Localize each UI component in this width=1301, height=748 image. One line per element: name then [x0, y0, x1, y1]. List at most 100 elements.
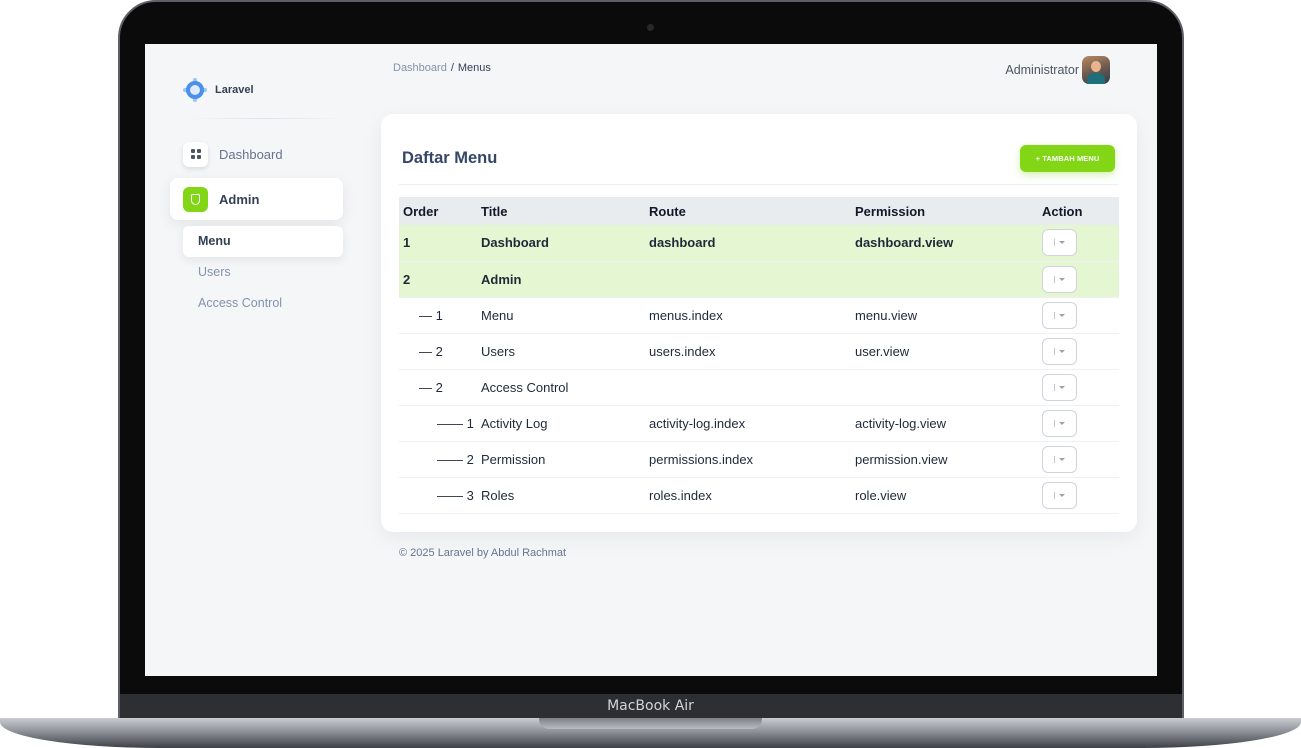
caret-down-icon — [1059, 241, 1065, 245]
order-cell: 1 — [399, 225, 477, 262]
sidebar-divider — [185, 118, 345, 119]
action-cell — [1038, 477, 1119, 514]
action-dropdown-button[interactable] — [1042, 373, 1077, 401]
permission-cell: menu.view — [851, 297, 1038, 334]
page-title: Daftar Menu — [402, 149, 498, 167]
caret-down-icon — [1059, 493, 1065, 497]
permission-cell — [851, 369, 1038, 406]
menu-table: Order Title Route Permission Action 1 Das… — [399, 197, 1119, 514]
action-dropdown-button[interactable] — [1042, 229, 1077, 257]
route-cell — [645, 261, 851, 298]
order-cell: — 2 — [399, 369, 477, 406]
table-row: —— 2 Permission permissions.index permissio… — [399, 441, 1119, 478]
divider-icon — [1054, 239, 1055, 247]
order-cell: — 1 — [399, 297, 477, 334]
permission-cell — [851, 261, 1038, 298]
route-cell: menus.index — [645, 297, 851, 334]
sidebar-item-admin[interactable]: Admin — [170, 178, 343, 220]
action-cell — [1038, 225, 1119, 262]
action-dropdown-button[interactable] — [1042, 409, 1077, 437]
menu-card: Daftar Menu + TAMBAH MENU Order Title Ro… — [381, 114, 1137, 532]
brand-name: Laravel — [215, 84, 254, 96]
title-cell: Activity Log — [477, 405, 645, 442]
shield-icon — [183, 186, 208, 212]
route-cell: roles.index — [645, 477, 851, 514]
sidebar-item-dashboard[interactable]: Dashboard — [183, 141, 283, 167]
grid-icon — [183, 141, 208, 167]
sidebar-subitem-users[interactable]: Users — [198, 265, 231, 279]
brand-logo[interactable]: Laravel — [183, 78, 254, 102]
route-cell: users.index — [645, 333, 851, 370]
table-row: 1 Dashboard dashboard dashboard.view — [399, 225, 1119, 262]
caret-down-icon — [1059, 313, 1065, 317]
route-cell: permissions.index — [645, 441, 851, 478]
breadcrumb-separator: / — [450, 62, 454, 74]
permission-cell: dashboard.view — [851, 225, 1038, 262]
column-header-action: Action — [1038, 197, 1119, 225]
laravel-logo-icon — [183, 78, 207, 102]
action-dropdown-button[interactable] — [1042, 301, 1077, 329]
breadcrumb: Dashboard / Menus — [393, 62, 491, 74]
column-header-order: Order — [399, 197, 477, 225]
table-row: — 1 Menu menus.index menu.view — [399, 297, 1119, 334]
footer-text: © 2025 Laravel by Abdul Rachmat — [399, 547, 567, 559]
order-cell: —— 3 — [399, 477, 477, 514]
sidebar-subitem-access-control[interactable]: Access Control — [198, 296, 282, 310]
action-dropdown-button[interactable] — [1042, 445, 1077, 473]
caret-down-icon — [1059, 385, 1065, 389]
caret-down-icon — [1059, 277, 1065, 281]
breadcrumb-current: Menus — [457, 62, 491, 74]
action-cell — [1038, 369, 1119, 406]
action-dropdown-button[interactable] — [1042, 337, 1077, 365]
breadcrumb-parent[interactable]: Dashboard — [393, 62, 447, 74]
divider-icon — [1054, 275, 1055, 283]
table-row: —— 1 Activity Log activity-log.index activi… — [399, 405, 1119, 442]
device-label: MacBook Air — [607, 698, 694, 714]
action-dropdown-button[interactable] — [1042, 265, 1077, 293]
user-name: Administrator — [1005, 63, 1079, 77]
order-cell: — 2 — [399, 333, 477, 370]
title-cell: Roles — [477, 477, 645, 514]
permission-cell: role.view — [851, 477, 1038, 514]
title-cell: Users — [477, 333, 645, 370]
route-cell: activity-log.index — [645, 405, 851, 442]
action-cell — [1038, 297, 1119, 334]
sidebar-subitem-menu[interactable]: Menu — [183, 226, 343, 257]
title-cell: Dashboard — [477, 225, 645, 262]
title-cell: Access Control — [477, 369, 645, 406]
action-dropdown-button[interactable] — [1042, 481, 1077, 509]
user-menu[interactable]: Administrator — [1005, 56, 1110, 84]
order-cell: —— 1 — [399, 405, 477, 442]
avatar[interactable] — [1082, 56, 1110, 84]
divider-icon — [1054, 419, 1055, 427]
action-cell — [1038, 261, 1119, 298]
permission-cell: activity-log.view — [851, 405, 1038, 442]
table-row: — 2 Access Control — [399, 369, 1119, 406]
action-cell — [1038, 441, 1119, 478]
caret-down-icon — [1059, 421, 1065, 425]
title-cell: Menu — [477, 297, 645, 334]
column-header-permission: Permission — [851, 197, 1038, 225]
table-header-row: Order Title Route Permission Action — [399, 197, 1119, 225]
laptop-notch — [539, 718, 762, 729]
divider-icon — [1054, 311, 1055, 319]
sidebar-item-label: Admin — [219, 191, 260, 207]
caret-down-icon — [1059, 457, 1065, 461]
permission-cell: user.view — [851, 333, 1038, 370]
divider-icon — [1054, 455, 1055, 463]
table-row: —— 3 Roles roles.index role.view — [399, 477, 1119, 514]
divider-icon — [1054, 491, 1055, 499]
divider-icon — [1054, 383, 1055, 391]
table-row: — 2 Users users.index user.view — [399, 333, 1119, 370]
column-header-title: Title — [477, 197, 645, 225]
order-cell: —— 2 — [399, 441, 477, 478]
add-menu-button[interactable]: + TAMBAH MENU — [1020, 145, 1115, 172]
order-cell: 2 — [399, 261, 477, 298]
title-cell: Permission — [477, 441, 645, 478]
caret-down-icon — [1059, 349, 1065, 353]
app-screen: Laravel Dashboard Admin Menu Users Acces… — [145, 44, 1157, 676]
card-divider — [399, 184, 1119, 185]
column-header-route: Route — [645, 197, 851, 225]
route-cell: dashboard — [645, 225, 851, 262]
action-cell — [1038, 333, 1119, 370]
